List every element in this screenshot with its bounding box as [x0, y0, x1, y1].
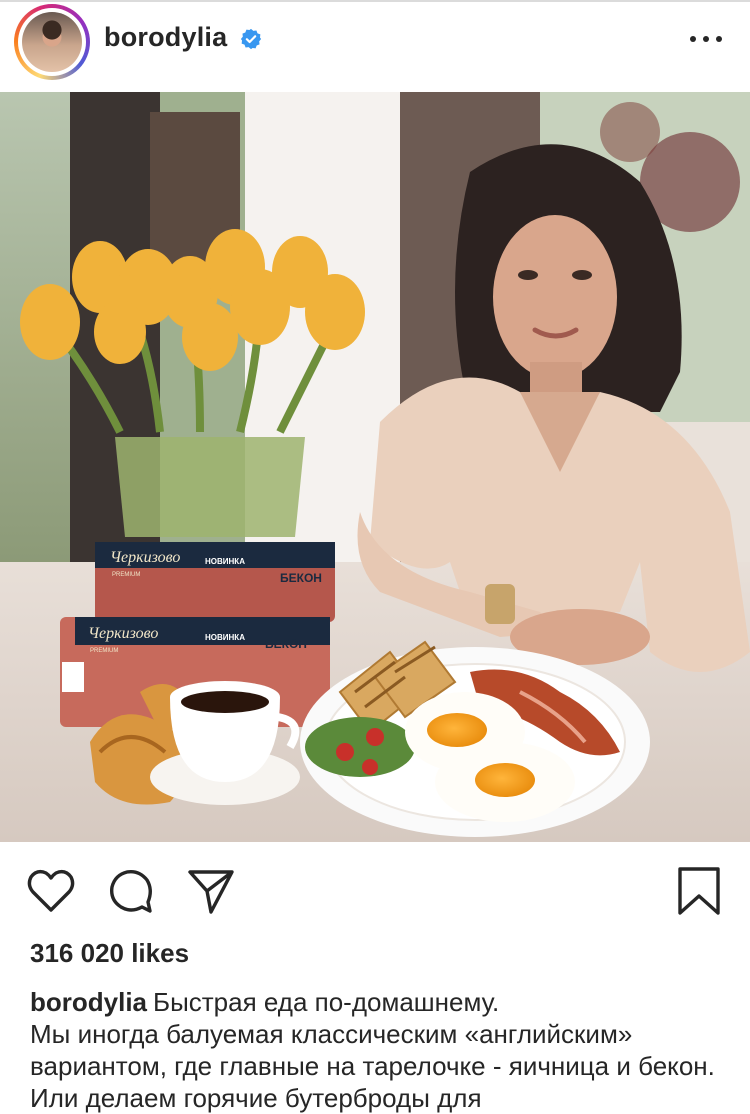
verified-badge-icon	[240, 28, 262, 50]
like-heart-icon[interactable]	[26, 866, 76, 916]
photo-illustration: Черкизово НОВИНКА БЕКОН PREMIUM Черкизов…	[0, 92, 750, 842]
post-photo[interactable]: Черкизово НОВИНКА БЕКОН PREMIUM Черкизов…	[0, 92, 750, 842]
post-caption: borodylia Быстрая еда по-домашнему. Мы ин…	[30, 986, 730, 1114]
avatar[interactable]	[22, 12, 82, 72]
package-brand: Черкизово	[110, 549, 180, 566]
comment-icon[interactable]	[106, 866, 156, 916]
story-ring[interactable]	[14, 4, 90, 80]
more-options-icon[interactable]	[686, 22, 726, 56]
post-username[interactable]: borodylia	[104, 22, 227, 53]
package-brand: Черкизово	[88, 625, 158, 642]
svg-text:БЕКОН: БЕКОН	[265, 637, 307, 651]
caption-first-line: Быстрая еда по-домашнему.	[153, 987, 500, 1017]
svg-text:НОВИНКА: НОВИНКА	[205, 633, 245, 642]
post-actions	[0, 842, 750, 938]
caption-username[interactable]: borodylia	[30, 987, 147, 1017]
caption-body: Мы иногда балуемая классическим «английс…	[30, 1019, 715, 1113]
svg-text:БЕКОН: БЕКОН	[280, 571, 322, 585]
svg-text:НОВИНКА: НОВИНКА	[205, 557, 245, 566]
post-header: borodylia	[0, 0, 750, 88]
svg-text:PREMIUM: PREMIUM	[90, 648, 118, 654]
save-bookmark-icon[interactable]	[674, 866, 724, 916]
svg-text:PREMIUM: PREMIUM	[112, 572, 140, 578]
share-icon[interactable]	[186, 866, 236, 916]
likes-count[interactable]: 316 020 likes	[30, 938, 189, 969]
bacon-package: Черкизово НОВИНКА БЕКОН PREMIUM	[95, 542, 335, 622]
